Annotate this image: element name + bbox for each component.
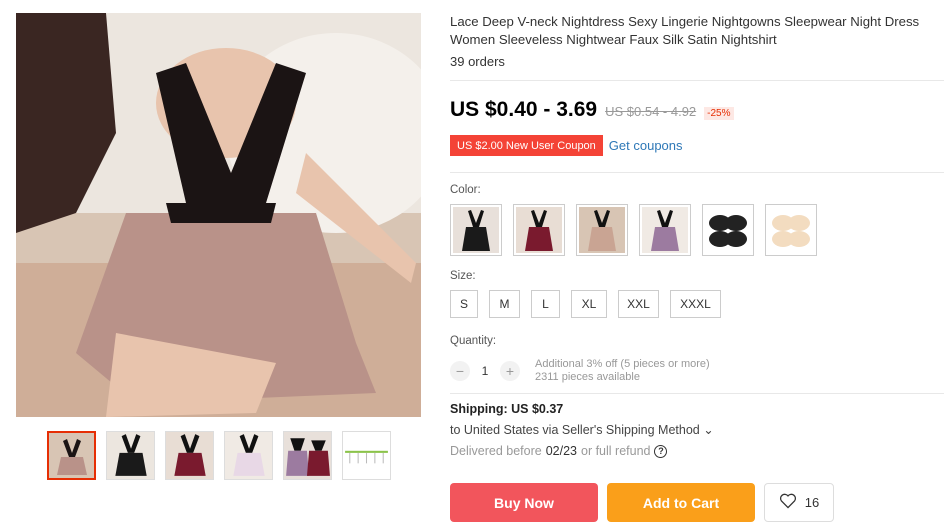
discount-badge: -25%: [704, 107, 734, 120]
shipping-destination[interactable]: to United States via Seller's Shipping M…: [450, 423, 700, 437]
size-option-l[interactable]: L: [531, 290, 560, 318]
delivered-suffix: or full refund: [581, 444, 651, 458]
color-option-wine-red[interactable]: [513, 204, 565, 256]
shipping-price: US $0.37: [511, 402, 564, 416]
quantity-increase-button[interactable]: +: [500, 361, 520, 381]
action-buttons: Buy Now Add to Cart 16: [450, 483, 834, 522]
price-row: US $0.40 - 3.69 US $0.54 - 4.92 -25%: [450, 98, 734, 122]
quantity-stepper: − 1 + Additional 3% off (5 pieces or mor…: [450, 358, 710, 384]
shipping-cost: Shipping: US $0.37: [450, 402, 563, 416]
divider: [450, 80, 944, 81]
size-option-s[interactable]: S: [450, 290, 478, 318]
size-option-xl[interactable]: XL: [571, 290, 607, 318]
quantity-value[interactable]: 1: [470, 364, 500, 378]
color-option-black-pads[interactable]: [702, 204, 754, 256]
add-to-cart-button[interactable]: Add to Cart: [607, 483, 755, 522]
color-label: Color:: [450, 184, 481, 196]
color-options: [450, 204, 817, 256]
help-icon[interactable]: ?: [654, 444, 668, 458]
thumbnail-3[interactable]: [165, 431, 214, 480]
wishlist-button[interactable]: 16: [764, 483, 834, 522]
current-price: US $0.40 - 3.69: [450, 98, 598, 121]
available-stock: 2311 pieces available: [535, 371, 640, 383]
size-option-xxl[interactable]: XXL: [618, 290, 659, 318]
get-coupons-link[interactable]: Get coupons: [609, 138, 683, 153]
wishlist-count: 16: [804, 495, 820, 510]
thumbnail-4[interactable]: [224, 431, 273, 480]
heart-icon: [779, 493, 797, 512]
size-option-m[interactable]: M: [489, 290, 520, 318]
buy-now-button[interactable]: Buy Now: [450, 483, 598, 522]
shipping-method[interactable]: to United States via Seller's Shipping M…: [450, 422, 714, 437]
size-label: Size:: [450, 270, 476, 282]
color-option-nude-pads[interactable]: [765, 204, 817, 256]
quantity-info: Additional 3% off (5 pieces or more) 231…: [535, 358, 710, 384]
order-count: 39 orders: [450, 54, 505, 69]
thumbnail-5[interactable]: [283, 431, 332, 480]
thumbnail-6[interactable]: [342, 431, 391, 480]
delivered-prefix: Delivered before: [450, 444, 542, 458]
thumbnail-1[interactable]: [47, 431, 96, 480]
main-product-image[interactable]: [16, 13, 421, 417]
thumbnail-strip: [47, 431, 391, 480]
coupon-row: US $2.00 New User Coupon Get coupons: [450, 135, 683, 156]
chevron-down-icon[interactable]: ⌄: [703, 423, 713, 437]
bulk-discount-note: Additional 3% off (5 pieces or more): [535, 358, 710, 370]
color-option-purple[interactable]: [639, 204, 691, 256]
thumbnail-2[interactable]: [106, 431, 155, 480]
shipping-label: Shipping:: [450, 402, 508, 416]
new-user-coupon-tag: US $2.00 New User Coupon: [450, 135, 603, 156]
quantity-decrease-button[interactable]: −: [450, 361, 470, 381]
original-price: US $0.54 - 4.92: [605, 104, 697, 119]
delivery-date: 02/23: [545, 444, 577, 458]
delivery-estimate: Delivered before 02/23 or full refund ?: [450, 444, 668, 458]
color-option-pink-black[interactable]: [576, 204, 628, 256]
size-options: S M L XL XXL XXXL: [450, 290, 721, 318]
quantity-label: Quantity:: [450, 335, 497, 347]
divider: [450, 172, 944, 173]
divider: [450, 393, 944, 394]
product-title: Lace Deep V-neck Nightdress Sexy Lingeri…: [450, 14, 920, 47]
size-option-xxxl[interactable]: XXXL: [670, 290, 721, 318]
color-option-black[interactable]: [450, 204, 502, 256]
